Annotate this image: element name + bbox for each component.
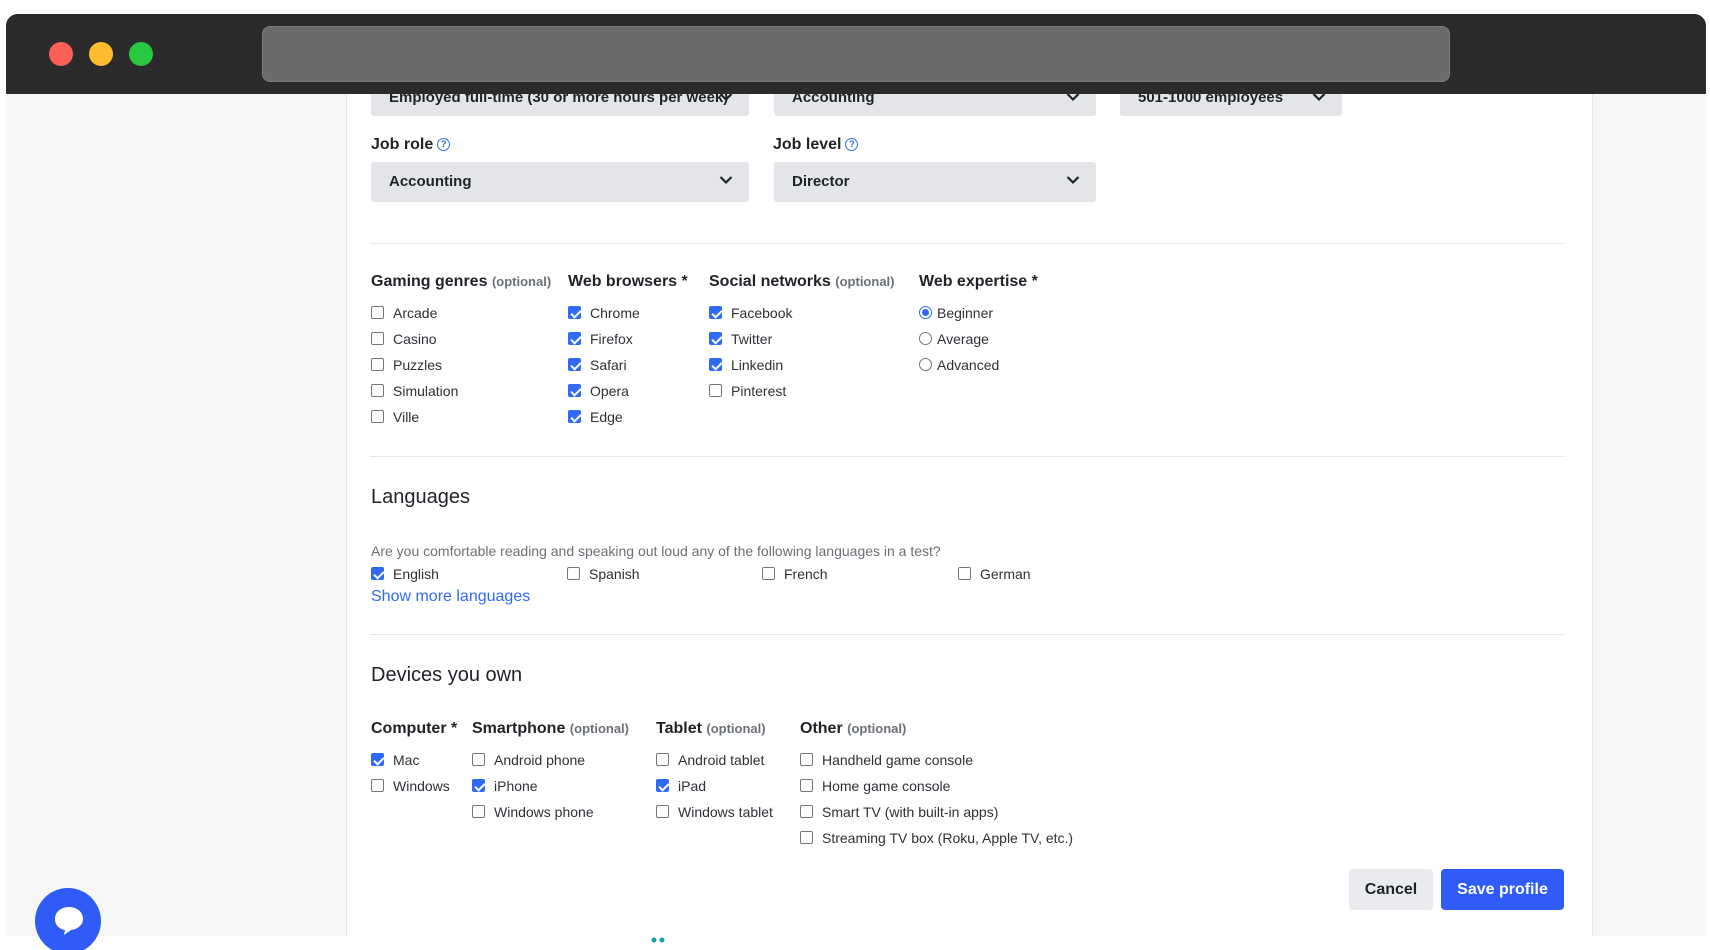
title-bar-overlay (6, 14, 1706, 94)
social-networks-title: Social networks (optional) (709, 273, 895, 290)
chat-bubble-icon (55, 907, 83, 935)
radio-button[interactable] (919, 306, 932, 319)
checkbox[interactable] (800, 779, 813, 792)
divider (370, 634, 1565, 635)
checkbox[interactable] (472, 805, 485, 818)
checkbox[interactable] (472, 779, 485, 792)
tablet-title: Tablet (optional) (656, 720, 766, 737)
checkbox[interactable] (656, 805, 669, 818)
checkbox[interactable] (958, 567, 971, 580)
checkbox[interactable] (800, 805, 813, 818)
radio-button[interactable] (919, 358, 932, 371)
address-bar[interactable] (262, 26, 1450, 82)
job-role-label: Job role? (371, 136, 451, 154)
checkbox[interactable] (568, 358, 581, 371)
close-window-button[interactable] (49, 42, 73, 66)
save-profile-button[interactable]: Save profile (1441, 869, 1564, 910)
checkbox[interactable] (371, 779, 384, 792)
checkbox[interactable] (709, 358, 722, 371)
chevron-down-icon (719, 175, 733, 187)
job-role-select[interactable]: Accounting (371, 162, 749, 202)
checkbox[interactable] (371, 306, 384, 319)
job-level-label: Job level? (773, 136, 859, 154)
checkbox[interactable] (568, 384, 581, 397)
checkbox[interactable] (472, 753, 485, 766)
checkbox[interactable] (800, 831, 813, 844)
languages-question: Are you comfortable reading and speaking… (371, 543, 941, 559)
checkbox[interactable] (568, 410, 581, 423)
help-circle-icon[interactable]: ? (845, 138, 859, 151)
divider (370, 456, 1565, 457)
help-circle-icon[interactable]: ? (437, 138, 451, 151)
checkbox[interactable] (709, 384, 722, 397)
checkbox[interactable] (709, 332, 722, 345)
job-level-select-value: Director (792, 173, 850, 190)
devices-title: Devices you own (371, 664, 523, 686)
other-devices-title: Other (optional) (800, 720, 907, 737)
computer-title: Computer * (371, 720, 458, 737)
maximize-window-button[interactable] (129, 42, 153, 66)
checkbox[interactable] (371, 358, 384, 371)
cancel-button[interactable]: Cancel (1349, 869, 1433, 910)
checkbox[interactable] (567, 567, 580, 580)
checkbox[interactable] (800, 753, 813, 766)
checkbox[interactable] (371, 384, 384, 397)
checkbox[interactable] (656, 753, 669, 766)
divider (370, 243, 1565, 244)
scroll-indicator (651, 930, 665, 943)
minimize-window-button[interactable] (89, 42, 113, 66)
job-level-select[interactable]: Director (774, 162, 1096, 202)
checkbox[interactable] (371, 332, 384, 345)
smartphone-title: Smartphone (optional) (472, 720, 630, 737)
gaming-genres-title: Gaming genres (optional) (371, 273, 552, 290)
checkbox[interactable] (568, 306, 581, 319)
show-more-languages-link[interactable]: Show more languages (371, 588, 530, 606)
job-role-select-value: Accounting (389, 173, 472, 190)
web-browsers-title: Web browsers * (568, 273, 688, 290)
checkbox[interactable] (371, 567, 384, 580)
chat-launcher-button[interactable] (35, 888, 101, 950)
languages-title: Languages (371, 486, 470, 508)
checkbox[interactable] (371, 410, 384, 423)
checkbox[interactable] (656, 779, 669, 792)
checkbox[interactable] (762, 567, 775, 580)
checkbox[interactable] (371, 753, 384, 766)
checkbox[interactable] (568, 332, 581, 345)
web-expertise-title: Web expertise * (919, 273, 1038, 290)
radio-button[interactable] (919, 332, 932, 345)
checkbox[interactable] (709, 306, 722, 319)
chevron-down-icon (1066, 175, 1080, 187)
